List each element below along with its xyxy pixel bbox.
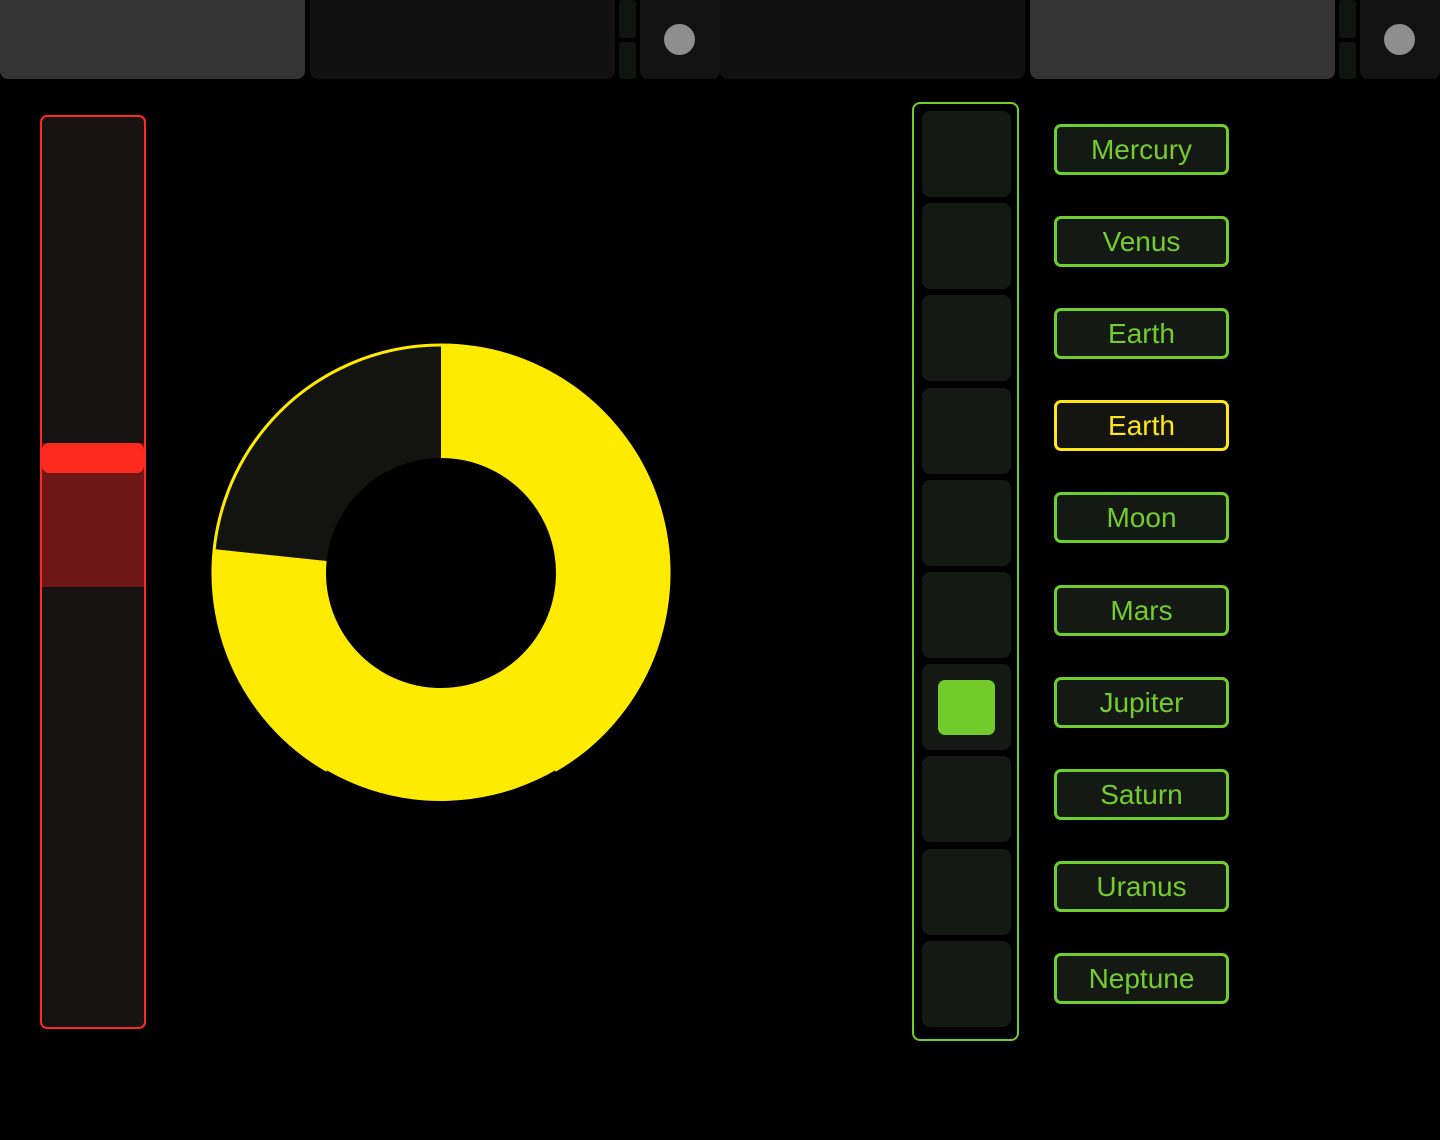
radio-cell-3[interactable]	[922, 295, 1011, 382]
radio-selected-indicator	[938, 680, 995, 736]
planet-button-jupiter[interactable]: Jupiter	[1054, 676, 1229, 728]
radio-cell-5[interactable]	[922, 479, 1011, 566]
planet-button-earth[interactable]: Earth	[1054, 308, 1229, 360]
radio-cell-9[interactable]	[922, 848, 1011, 935]
planet-button-saturn[interactable]: Saturn	[1054, 768, 1229, 820]
planet-button-moon[interactable]: Moon	[1054, 492, 1229, 544]
radio-cell-7[interactable]	[922, 664, 1011, 751]
radio-cell-10[interactable]	[922, 940, 1011, 1027]
planet-button-uranus[interactable]: Uranus	[1054, 860, 1229, 912]
radio-cell-4[interactable]	[922, 387, 1011, 474]
radio-cell-6[interactable]	[922, 572, 1011, 658]
planet-button-venus[interactable]: Venus	[1054, 216, 1229, 268]
planet-button-mars[interactable]: Mars	[1054, 584, 1229, 636]
planet-button-mercury[interactable]: Mercury	[1054, 124, 1229, 175]
radio-cell-1[interactable]	[922, 111, 1011, 197]
vertical-radio-selector[interactable]	[912, 102, 1019, 1041]
control-surface: Mercury Venus Earth Earth Moon Mars Jupi…	[0, 0, 1440, 1140]
planet-button-neptune[interactable]: Neptune	[1054, 952, 1229, 1004]
radio-cell-8[interactable]	[922, 756, 1011, 843]
radio-cell-2[interactable]	[922, 203, 1011, 290]
planet-button-earth-2[interactable]: Earth	[1054, 400, 1229, 452]
